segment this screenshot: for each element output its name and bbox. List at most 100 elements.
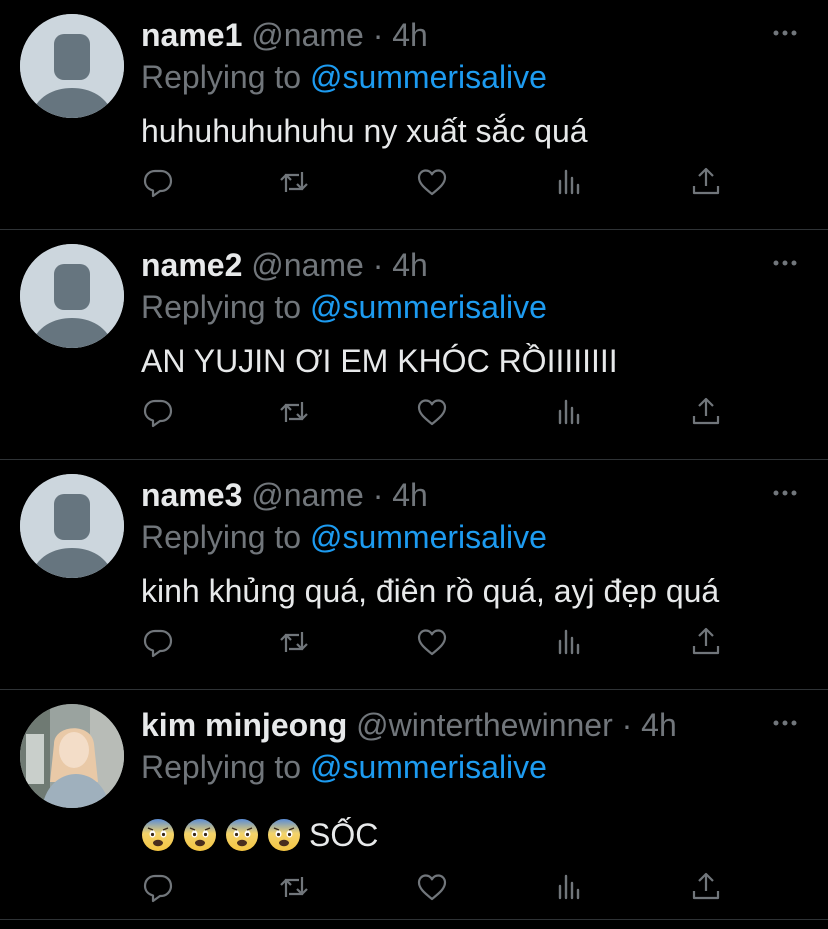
share-icon — [690, 166, 722, 198]
timestamp[interactable]: 4h — [641, 707, 677, 743]
share-button[interactable] — [689, 625, 723, 659]
separator: · — [372, 17, 384, 53]
action-bar — [141, 165, 741, 199]
user-handle[interactable]: @name — [251, 247, 364, 283]
like-button[interactable] — [415, 870, 449, 904]
analytics-icon — [554, 166, 586, 198]
mention-link[interactable]: @summerisalive — [310, 289, 547, 325]
analytics-icon — [554, 396, 586, 428]
display-name[interactable]: name3 — [141, 477, 242, 513]
tweet-3[interactable]: name3 @name · 4h Replying to @summerisal… — [0, 460, 828, 690]
fearful-face-icon — [141, 818, 175, 852]
analytics-button[interactable] — [553, 395, 587, 429]
replying-to: Replying to @summerisalive — [141, 56, 547, 98]
default-avatar-icon — [20, 14, 124, 118]
analytics-icon — [554, 871, 586, 903]
action-bar — [141, 395, 741, 429]
reply-icon — [142, 396, 174, 428]
tweet-header: name3 @name · 4h — [141, 474, 428, 516]
photo-avatar-icon — [20, 704, 124, 808]
mention-link[interactable]: @summerisalive — [310, 749, 547, 785]
retweet-button[interactable] — [277, 870, 311, 904]
separator: · — [372, 477, 384, 513]
tweet-2[interactable]: name2 @name · 4h Replying to @summerisal… — [0, 230, 828, 460]
reply-icon — [142, 626, 174, 658]
timestamp[interactable]: 4h — [392, 247, 428, 283]
timestamp[interactable]: 4h — [392, 477, 428, 513]
tweet-header: kim minjeong @winterthewinner · 4h — [141, 704, 677, 746]
like-icon — [416, 626, 448, 658]
display-name[interactable]: kim minjeong — [141, 707, 347, 743]
display-name[interactable]: name2 — [141, 247, 242, 283]
tweet-text: AN YUJIN ƠI EM KHÓC RỒIIIIIIII — [141, 343, 618, 379]
retweet-icon — [278, 626, 310, 658]
replying-to: Replying to @summerisalive — [141, 746, 547, 788]
replying-to: Replying to @summerisalive — [141, 286, 547, 328]
more-options-icon[interactable] — [772, 710, 798, 736]
retweet-icon — [278, 396, 310, 428]
avatar[interactable] — [20, 244, 124, 348]
display-name[interactable]: name1 — [141, 17, 242, 53]
retweet-icon — [278, 871, 310, 903]
reply-button[interactable] — [141, 165, 175, 199]
avatar[interactable] — [20, 704, 124, 808]
mention-link[interactable]: @summerisalive — [310, 59, 547, 95]
retweet-button[interactable] — [277, 395, 311, 429]
retweet-button[interactable] — [277, 165, 311, 199]
analytics-button[interactable] — [553, 165, 587, 199]
replying-prefix: Replying to — [141, 519, 302, 555]
retweet-button[interactable] — [277, 625, 311, 659]
fearful-face-icon — [183, 818, 217, 852]
action-bar — [141, 870, 741, 904]
separator: · — [372, 247, 384, 283]
share-icon — [690, 396, 722, 428]
replying-to: Replying to @summerisalive — [141, 516, 547, 558]
reply-icon — [142, 166, 174, 198]
user-handle[interactable]: @winterthewinner — [356, 707, 613, 743]
tweet-text: kinh khủng quá, điên rồ quá, ayj đẹp quá — [141, 573, 720, 609]
reply-button[interactable] — [141, 870, 175, 904]
user-handle[interactable]: @name — [251, 477, 364, 513]
avatar[interactable] — [20, 474, 124, 578]
like-icon — [416, 166, 448, 198]
fearful-face-icon — [267, 818, 301, 852]
share-button[interactable] — [689, 395, 723, 429]
avatar[interactable] — [20, 14, 124, 118]
separator: · — [621, 707, 633, 743]
reply-icon — [142, 871, 174, 903]
share-button[interactable] — [689, 870, 723, 904]
tweet-header: name2 @name · 4h — [141, 244, 428, 286]
tweet-text: SỐC — [309, 817, 379, 853]
user-handle[interactable]: @name — [251, 17, 364, 53]
action-bar — [141, 625, 741, 659]
like-button[interactable] — [415, 165, 449, 199]
more-options-icon[interactable] — [772, 480, 798, 506]
analytics-button[interactable] — [553, 625, 587, 659]
fearful-face-icon — [225, 818, 259, 852]
reply-button[interactable] — [141, 395, 175, 429]
like-button[interactable] — [415, 625, 449, 659]
tweet-text: huhuhuhuhuhu ny xuất sắc quá — [141, 113, 588, 149]
mention-link[interactable]: @summerisalive — [310, 519, 547, 555]
tweet-text-container: SỐC — [141, 814, 378, 856]
analytics-icon — [554, 626, 586, 658]
like-icon — [416, 396, 448, 428]
more-options-icon[interactable] — [772, 20, 798, 46]
tweet-4[interactable]: kim minjeong @winterthewinner · 4h Reply… — [0, 690, 828, 920]
retweet-icon — [278, 166, 310, 198]
default-avatar-icon — [20, 474, 124, 578]
share-icon — [690, 626, 722, 658]
like-button[interactable] — [415, 395, 449, 429]
tweet-header: name1 @name · 4h — [141, 14, 428, 56]
analytics-button[interactable] — [553, 870, 587, 904]
share-icon — [690, 871, 722, 903]
replying-prefix: Replying to — [141, 59, 302, 95]
share-button[interactable] — [689, 165, 723, 199]
replying-prefix: Replying to — [141, 289, 302, 325]
tweet-1[interactable]: name1 @name · 4h Replying to @summerisal… — [0, 0, 828, 230]
timestamp[interactable]: 4h — [392, 17, 428, 53]
like-icon — [416, 871, 448, 903]
replying-prefix: Replying to — [141, 749, 302, 785]
reply-button[interactable] — [141, 625, 175, 659]
more-options-icon[interactable] — [772, 250, 798, 276]
